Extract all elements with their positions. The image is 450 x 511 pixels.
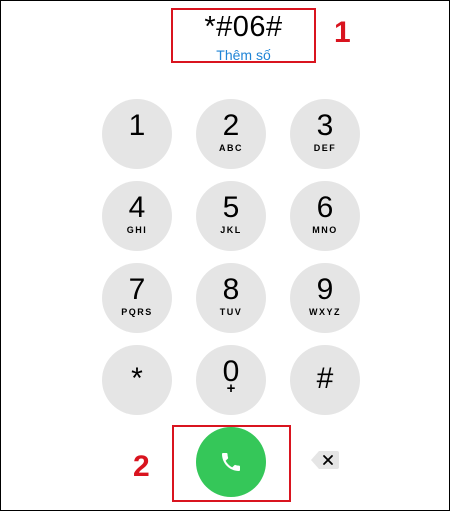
key-6-letters: MNO xyxy=(312,225,338,235)
phone-icon xyxy=(222,453,240,471)
key-5-letters: JKL xyxy=(220,225,242,235)
key-8-digit: 8 xyxy=(222,273,240,306)
key-5[interactable]: 5 JKL xyxy=(196,181,266,251)
backspace-button[interactable] xyxy=(310,450,340,470)
key-star-symbol: * xyxy=(131,362,143,395)
dialed-number-display: *#06# Thêm số xyxy=(171,8,316,63)
dialed-number: *#06# xyxy=(204,11,283,43)
key-7-letters: PQRS xyxy=(121,307,153,317)
key-6[interactable]: 6 MNO xyxy=(290,181,360,251)
key-8[interactable]: 8 TUV xyxy=(196,263,266,333)
key-4-letters: GHI xyxy=(126,225,148,235)
key-star[interactable]: * xyxy=(102,345,172,415)
backspace-icon xyxy=(311,451,339,469)
key-4-digit: 4 xyxy=(128,191,146,224)
key-9-digit: 9 xyxy=(316,273,334,306)
key-4[interactable]: 4 GHI xyxy=(102,181,172,251)
key-2-letters: ABC xyxy=(219,143,243,153)
key-7-digit: 7 xyxy=(128,273,146,306)
key-0-plus: + xyxy=(226,380,236,397)
step-2-label: 2 xyxy=(133,450,150,483)
key-2-digit: 2 xyxy=(222,109,240,142)
key-hash-symbol: # xyxy=(316,362,334,395)
key-5-digit: 5 xyxy=(222,191,240,224)
key-3-letters: DEF xyxy=(313,143,337,153)
key-2[interactable]: 2 ABC xyxy=(196,99,266,169)
key-1[interactable]: 1 xyxy=(102,99,172,169)
key-0[interactable]: 0 + xyxy=(196,345,266,415)
key-hash[interactable]: # xyxy=(290,345,360,415)
key-3-digit: 3 xyxy=(316,109,334,142)
key-3[interactable]: 3 DEF xyxy=(290,99,360,169)
add-number-link[interactable]: Thêm số xyxy=(173,47,314,63)
key-7[interactable]: 7 PQRS xyxy=(102,263,172,333)
key-1-digit: 1 xyxy=(128,109,146,142)
key-9[interactable]: 9 WXYZ xyxy=(290,263,360,333)
key-8-letters: TUV xyxy=(219,307,243,317)
step-1-label: 1 xyxy=(334,16,351,49)
key-6-digit: 6 xyxy=(316,191,334,224)
call-button[interactable] xyxy=(196,427,266,497)
key-9-letters: WXYZ xyxy=(309,307,341,317)
